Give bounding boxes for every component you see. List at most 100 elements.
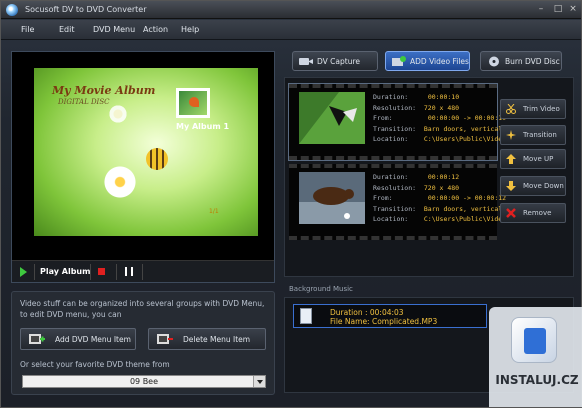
location-label: Location: [373,135,409,143]
maximize-icon[interactable]: □ [552,4,564,15]
theme-dropdown[interactable]: 09 Bee [22,375,266,388]
music-duration: Duration : 00:04:03 [330,308,404,317]
move-up-label: Move UP [523,155,554,163]
pause-icon[interactable] [125,267,133,276]
menu-bar: File Edit DVD Menu Action Help [1,20,581,40]
arrow-down-icon [506,181,516,191]
sparkle-icon [506,130,516,140]
from-value: 00:00:00 -> 00:00:12 [427,194,507,202]
delete-menu-item-button[interactable]: Delete Menu Item [148,328,266,350]
bee-icon [146,148,168,170]
tab-burn-dvd-disc-label: Burn DVD Disc [505,57,560,66]
film-add-icon [29,334,45,344]
menu-help[interactable]: Help [181,25,199,34]
butterfly-icon [189,97,199,107]
video-file-details: Duration: 00:00:12 Resolution: 720 x 480… [373,172,510,225]
move-up-button[interactable]: Move UP [500,149,566,169]
tab-add-video-files[interactable]: ADD Video Files [385,51,470,71]
minimize-icon[interactable]: – [535,4,547,15]
tab-add-video-files-label: ADD Video Files [410,57,469,66]
move-down-label: Move Down [523,182,564,190]
tab-bar: DV Capture ADD Video Files Burn DVD Disc [284,51,574,73]
location-value: C:\Users\Public\Videos [423,215,510,223]
chevron-down-icon[interactable] [253,376,265,387]
duration-value: 00:00:12 [427,173,460,181]
move-down-button[interactable]: Move Down [500,176,566,196]
transition-label: Transition: [373,124,417,133]
flower-large-icon [102,164,138,200]
menu-file[interactable]: File [21,25,34,34]
theme-label: Or select your favorite DVD theme from [20,360,170,369]
window-title: Socusoft DV to DVD Converter [25,5,147,14]
site-watermark: INSTALUJ.CZ [489,307,582,407]
app-window: Socusoft DV to DVD Converter – □ × File … [0,0,582,408]
album-page-number: 1/1 [209,208,219,215]
dvd-menu-preview: My Movie Album DIGITAL DISC My Album 1 1… [11,51,275,283]
camcorder-icon [299,58,313,65]
play-icon[interactable] [20,267,27,277]
transition-label: Transition: [373,204,417,213]
burn-disc-icon [489,56,499,67]
video-file-item[interactable]: Duration: 00:00:12 Resolution: 720 x 480… [289,164,510,240]
from-label: From: [373,114,393,122]
trim-video-label: Trim Video [523,105,560,113]
transition-button[interactable]: Transition [500,125,566,145]
video-file-item[interactable]: Duration: 00:00:10 Resolution: 720 x 480… [288,83,510,161]
transition-value: Barn doors, vertical [423,124,503,133]
from-label: From: [373,194,393,202]
play-album-button[interactable]: Play Album [40,267,90,276]
divider [142,264,143,280]
video-thumbnail [299,172,365,224]
remove-label: Remove [523,209,552,217]
dvd-menu-canvas[interactable]: My Movie Album DIGITAL DISC My Album 1 1… [34,68,258,236]
music-file-item[interactable]: Duration : 00:04:03 File Name: Complicat… [293,304,487,328]
video-add-icon [392,56,406,66]
duration-value: 00:00:10 [427,93,460,101]
duration-label: Duration: [373,93,409,101]
arrow-up-icon [506,154,516,164]
watermark-logo-icon [511,317,557,363]
menu-action[interactable]: Action [143,25,168,34]
stop-icon[interactable] [98,268,105,275]
album-title: My Movie Album [52,84,156,97]
add-dvd-menu-item-label: Add DVD Menu Item [55,335,131,344]
menu-edit[interactable]: Edit [59,25,75,34]
remove-x-icon [506,208,516,218]
app-disc-icon [6,4,18,16]
transition-value: Barn doors, vertical [423,204,503,213]
music-file-name: File Name: Complicated.MP3 [330,317,438,326]
dvd-menu-panel: Video stuff can be organized into severa… [11,291,275,395]
duration-label: Duration: [373,173,409,181]
background-music-label: Background Music [289,285,353,293]
watermark-text: INSTALUJ.CZ [495,373,579,387]
remove-button[interactable]: Remove [500,203,566,223]
resolution-value: 720 x 480 [423,103,460,112]
tab-dv-capture[interactable]: DV Capture [292,51,378,71]
album-subtitle: DIGITAL DISC [58,98,110,106]
audio-file-icon [300,308,312,324]
divider [34,264,35,280]
tab-burn-dvd-disc[interactable]: Burn DVD Disc [480,51,562,71]
from-value: 00:00:00 -> 00:00:10 [427,114,507,122]
close-icon[interactable]: × [567,4,579,15]
divider [116,264,117,280]
resolution-label: Resolution: [373,103,417,112]
location-value: C:\Users\Public\Videos [423,135,510,143]
tab-dv-capture-label: DV Capture [317,57,360,66]
dvd-menu-help-text: Video stuff can be organized into severa… [20,299,265,319]
video-thumbnail [299,92,365,144]
trim-video-button[interactable]: Trim Video [500,99,566,119]
album-button[interactable]: My Album 1 [176,122,229,131]
title-bar: Socusoft DV to DVD Converter – □ × [1,1,581,19]
resolution-value: 720 x 480 [423,183,460,192]
flower-small-icon [108,104,128,124]
menu-dvd-menu[interactable]: DVD Menu [93,25,135,34]
film-delete-icon [157,334,173,344]
add-dvd-menu-item-button[interactable]: Add DVD Menu Item [20,328,136,350]
divider [90,264,91,280]
resolution-label: Resolution: [373,183,417,192]
album-thumbnail[interactable] [176,88,210,118]
theme-selected-value: 09 Bee [129,377,159,386]
video-file-details: Duration: 00:00:10 Resolution: 720 x 480… [373,92,510,145]
delete-menu-item-label: Delete Menu Item [183,335,251,344]
